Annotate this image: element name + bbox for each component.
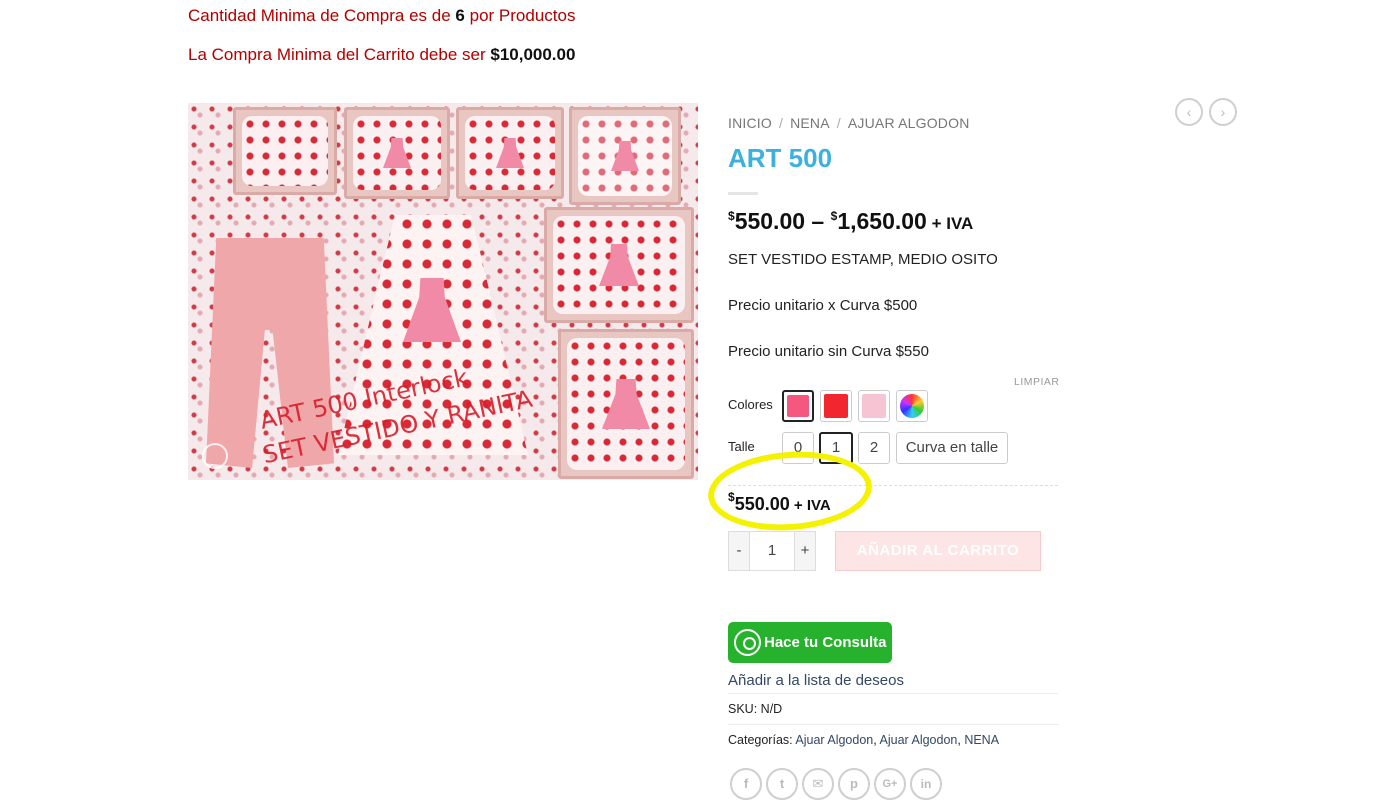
talle-label: Talle [728, 439, 755, 454]
sku-value: N/D [757, 702, 783, 716]
min-quantity-prefix: Cantidad Minima de Compra es de [188, 6, 456, 25]
breadcrumb-ajuar-algodon[interactable]: AJUAR ALGODON [848, 115, 970, 131]
product-description-line: SET VESTIDO ESTAMP, MEDIO OSITO [728, 251, 998, 268]
meta-divider [728, 693, 1058, 694]
product-image[interactable]: ART 500 Interlock SET VESTIDO Y RANITA [188, 103, 698, 480]
whatsapp-icon [734, 629, 761, 656]
selected-price-amount: 550.00 [734, 494, 790, 514]
meta-divider [728, 724, 1058, 725]
quantity-minus-button[interactable]: - [728, 531, 750, 571]
currency-symbol: $ [728, 209, 735, 223]
price-range: $550.00 – $1,650.00 + IVA [728, 208, 973, 235]
category-link[interactable]: Ajuar Algodon [880, 733, 958, 747]
category-link[interactable]: NENA [964, 733, 999, 747]
quantity-stepper: - 1 + [728, 531, 816, 571]
min-cart-value: $10,000.00 [490, 45, 576, 64]
quantity-plus-button[interactable]: + [794, 531, 816, 571]
breadcrumb-inicio[interactable]: INICIO [728, 115, 772, 131]
breadcrumb-nena[interactable]: NENA [790, 115, 830, 131]
price-max: 1,650.00 [837, 208, 927, 234]
color-swatch-rojo[interactable] [820, 390, 852, 422]
color-swatch-multicolor[interactable] [896, 390, 928, 422]
categories: Categorías: Ajuar Algodon, Ajuar Algodon… [728, 733, 1000, 747]
breadcrumb: INICIO / NENA / AJUAR ALGODON [728, 115, 970, 131]
product-description-line: Precio unitario sin Curva $550 [728, 343, 929, 360]
size-option-curva[interactable]: Curva en talle [896, 432, 1008, 464]
pinterest-share-icon[interactable]: p [838, 768, 870, 800]
sku: SKU: N/D [728, 702, 782, 716]
linkedin-share-icon[interactable]: in [910, 768, 942, 800]
price-dash: – [805, 208, 831, 234]
image-box [233, 107, 337, 195]
min-quantity-value: 6 [455, 6, 465, 25]
size-option-2[interactable]: 2 [858, 432, 890, 464]
clear-variations-link[interactable]: LIMPIAR [1014, 376, 1060, 388]
min-cart-notice: La Compra Minima del Carrito debe ser $1… [188, 45, 575, 65]
facebook-share-icon[interactable]: f [730, 768, 762, 800]
quantity-input[interactable]: 1 [750, 531, 794, 571]
categories-label: Categorías: [728, 733, 796, 747]
image-box [344, 107, 450, 199]
image-box [456, 107, 564, 199]
whatsapp-label: Hace tu Consulta [764, 634, 887, 651]
next-product-icon[interactable]: › [1209, 98, 1237, 126]
breadcrumb-separator: / [836, 115, 841, 131]
prev-product-icon[interactable]: ‹ [1175, 98, 1203, 126]
price-tax: + IVA [926, 214, 974, 233]
selected-price-tax: + IVA [789, 497, 831, 514]
currency-symbol: $ [728, 490, 735, 504]
image-box [558, 329, 694, 479]
selected-variation-price: $550.00 + IVA [728, 490, 831, 515]
colores-label: Colores [728, 397, 773, 412]
whatsapp-consult-button[interactable]: Hace tu Consulta [728, 622, 892, 663]
product-title: ART 500 [728, 143, 833, 173]
breadcrumb-separator: / [778, 115, 784, 131]
zoom-icon[interactable] [202, 443, 228, 469]
add-to-wishlist-link[interactable]: Añadir a la lista de deseos [728, 672, 904, 689]
min-quantity-notice: Cantidad Minima de Compra es de 6 por Pr… [188, 6, 575, 26]
min-quantity-suffix: por Productos [464, 6, 576, 25]
twitter-share-icon[interactable]: t [766, 768, 798, 800]
price-min: 550.00 [734, 208, 806, 234]
color-swatch-rosa-fuerte[interactable] [782, 390, 814, 422]
title-divider [728, 192, 758, 195]
min-cart-prefix: La Compra Minima del Carrito debe ser [188, 45, 491, 64]
sku-label: SKU: [728, 702, 758, 716]
email-share-icon[interactable]: ✉ [802, 768, 834, 800]
product-description-line: Precio unitario x Curva $500 [728, 297, 918, 314]
image-box [569, 107, 681, 205]
google-plus-share-icon[interactable]: G+ [874, 768, 906, 800]
color-swatch-rosa-claro[interactable] [858, 390, 890, 422]
add-to-cart-button[interactable]: AÑADIR AL CARRITO [835, 531, 1041, 571]
category-link[interactable]: Ajuar Algodon [795, 733, 873, 747]
image-box [544, 207, 694, 323]
